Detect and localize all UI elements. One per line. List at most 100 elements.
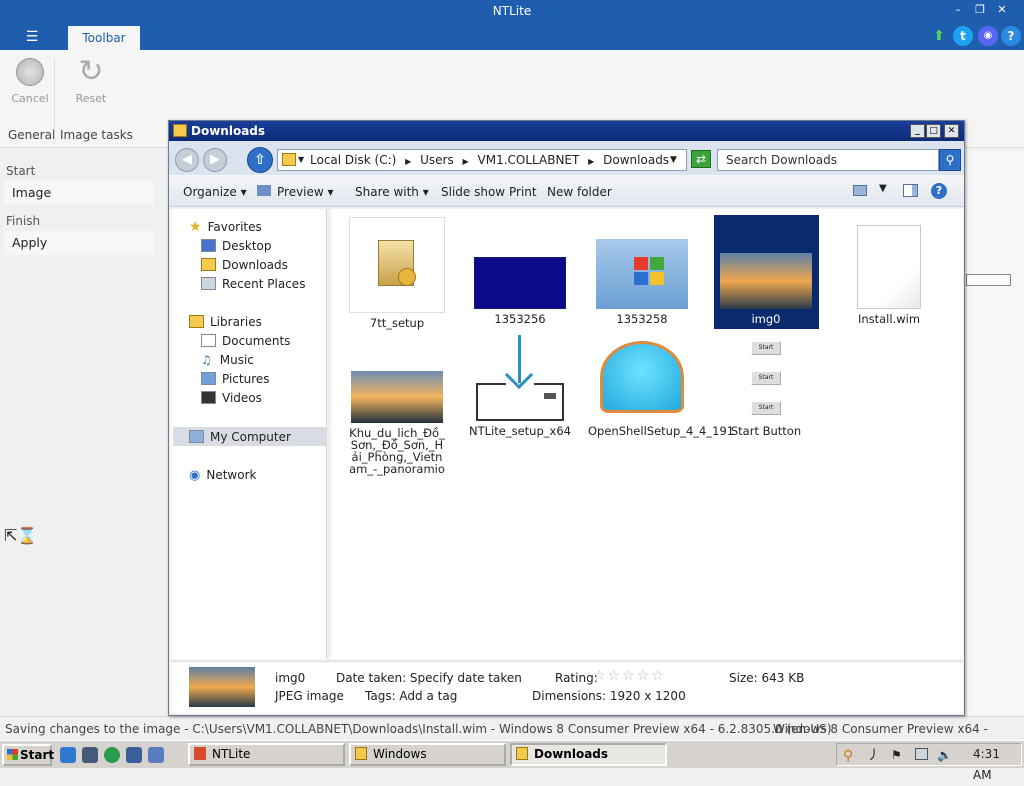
file-item[interactable]: 7tt_setup — [343, 217, 451, 330]
file-item-selected[interactable]: img0 — [712, 217, 820, 326]
right-panel — [965, 150, 1024, 716]
nav-libraries[interactable]: Libraries — [189, 313, 262, 331]
nav-videos[interactable]: Videos — [201, 389, 262, 407]
organize-button[interactable]: Organize ▾ — [183, 185, 247, 199]
details-date-taken[interactable]: Date taken: Specify date taken — [336, 671, 522, 685]
windows-logo-thumbnail — [596, 239, 688, 309]
view-icon[interactable] — [853, 185, 867, 196]
file-item[interactable]: OpenShellSetup_4_4_191 — [588, 339, 734, 438]
search-icon[interactable]: ⚲ — [939, 149, 961, 171]
app-title: NTLite — [492, 4, 532, 18]
explorer-maximize-button[interactable]: □ — [926, 124, 941, 138]
address-dropdown-icon[interactable]: ▼ — [298, 150, 304, 170]
landscape-thumbnail — [351, 371, 443, 423]
hamburger-icon[interactable]: ☰ — [18, 24, 46, 50]
refresh-icon[interactable]: ⇄ — [691, 150, 711, 168]
reset-button[interactable]: ↻ Reset — [66, 57, 116, 106]
explorer-title-bar[interactable]: Downloads — [169, 121, 964, 141]
start-button-icon: Start Start Start — [749, 339, 783, 421]
window-switch-icon[interactable] — [148, 747, 164, 763]
help-icon[interactable]: ? — [931, 183, 947, 199]
address-bar[interactable]: ▼ Local Disk (C:) ▶ Users ▶ VM1.COLLABNE… — [277, 149, 687, 171]
nav-network[interactable]: ◉ Network — [189, 466, 256, 484]
help-icon[interactable]: ? — [1001, 26, 1021, 46]
details-tags[interactable]: Tags: Add a tag — [365, 689, 457, 703]
share-with-button[interactable]: Share with ▾ — [355, 185, 429, 199]
nav-documents[interactable]: Documents — [201, 332, 290, 350]
group-image-tasks-label: Image tasks — [60, 128, 133, 142]
nav-item-apply[interactable]: Apply — [4, 231, 154, 255]
task-windows[interactable]: Windows — [349, 743, 506, 766]
nav-my-computer[interactable]: My Computer — [189, 428, 291, 446]
print-button[interactable]: Print — [509, 185, 537, 199]
volume-muted-icon[interactable]: 🔈 — [937, 745, 952, 766]
tab-toolbar[interactable]: Toolbar — [68, 26, 140, 50]
slide-show-button[interactable]: Slide show — [441, 185, 505, 199]
cancel-icon — [16, 58, 44, 86]
details-size: Size: 643 KB — [729, 671, 805, 685]
history-dropdown-icon[interactable]: ▼ — [670, 150, 677, 170]
file-item[interactable]: 1353256 — [466, 217, 574, 326]
network-tray-icon[interactable] — [915, 748, 928, 760]
nav-desktop[interactable]: Desktop — [201, 237, 272, 255]
nav-music[interactable]: ♫ Music — [201, 351, 254, 369]
file-item[interactable]: NTLite_setup_x64 — [466, 335, 574, 438]
preview-button[interactable]: Preview ▾ — [257, 185, 334, 199]
restore-icon[interactable]: ❐ — [972, 2, 988, 18]
media-player-icon[interactable] — [104, 747, 120, 763]
crumb-local-disk[interactable]: Local Disk (C:) — [310, 153, 396, 167]
nav-favorites[interactable]: ★ Favorites — [189, 218, 262, 236]
explorer-icon[interactable] — [126, 747, 142, 763]
clock[interactable]: 4:31 AM — [973, 744, 1021, 786]
search-input[interactable]: Search Downloads — [717, 149, 939, 171]
flag-icon[interactable]: ⚑ — [891, 745, 902, 766]
language-icon[interactable]: 丿 — [867, 745, 880, 766]
nav-pictures[interactable]: Pictures — [201, 370, 270, 388]
details-rating-label: Rating: — [555, 671, 598, 685]
group-divider — [54, 58, 55, 144]
discord-icon[interactable]: ◉ — [978, 26, 998, 46]
view-dropdown-icon[interactable]: ▼ — [879, 183, 887, 194]
update-arrow-icon[interactable]: ⬆ — [929, 26, 949, 46]
close-icon[interactable]: ✕ — [994, 2, 1010, 18]
star-icon: ★ — [189, 219, 202, 235]
busy-cursor-icon: ⇱⌛ — [4, 526, 38, 545]
network-icon: ◉ — [189, 468, 201, 483]
explorer-minimize-button[interactable]: _ — [910, 124, 925, 138]
file-item[interactable]: 1353258 — [588, 217, 696, 326]
pictures-icon — [201, 372, 216, 385]
twitter-icon[interactable]: t — [953, 26, 973, 46]
search-tray-icon[interactable]: ⚲ — [843, 746, 853, 767]
forward-button[interactable]: ▶ — [203, 148, 227, 172]
preview-pane-icon[interactable] — [903, 184, 918, 197]
rating-stars[interactable]: ☆☆☆☆☆ — [593, 668, 666, 684]
task-downloads[interactable]: Downloads — [510, 743, 667, 766]
sunset-thumbnail — [720, 253, 812, 309]
ie-icon[interactable] — [60, 747, 76, 763]
recent-places-icon — [201, 277, 216, 290]
crumb-users[interactable]: Users — [420, 153, 454, 167]
file-item[interactable]: Khu_du_lich_Đồ_Sơn,_Đồ_Sơn,_Hải_Phòng,_V… — [343, 371, 451, 475]
file-item[interactable]: Install.wim — [835, 217, 943, 326]
start-section-label: Start — [6, 164, 36, 178]
show-desktop-icon[interactable] — [82, 747, 98, 763]
file-name: NTLite_setup_x64 — [469, 424, 571, 438]
back-button[interactable]: ◀ — [175, 148, 199, 172]
file-item[interactable]: Start Start Start Start Button — [712, 339, 820, 438]
start-button[interactable]: Start — [2, 744, 54, 766]
cancel-button[interactable]: Cancel — [5, 58, 55, 105]
nav-recent-places[interactable]: Recent Places — [201, 275, 305, 293]
desktop-icon — [201, 239, 216, 252]
task-ntlite[interactable]: NTLite — [188, 743, 345, 766]
up-button[interactable]: ⇧ — [247, 147, 273, 173]
new-folder-button[interactable]: New folder — [547, 185, 612, 199]
nav-item-image[interactable]: Image — [4, 181, 154, 205]
nav-downloads[interactable]: Downloads — [201, 256, 288, 274]
system-tray: ⚲ 丿 ⚑ 🔈 4:31 AM — [836, 743, 1022, 782]
group-general-label: General — [8, 128, 56, 142]
crumb-vm1[interactable]: VM1.COLLABNET — [478, 153, 580, 167]
crumb-downloads[interactable]: Downloads — [603, 153, 669, 167]
file-name: img0 — [751, 312, 781, 326]
explorer-close-button[interactable]: ✕ — [944, 124, 959, 138]
minimize-icon[interactable]: – — [950, 2, 966, 18]
